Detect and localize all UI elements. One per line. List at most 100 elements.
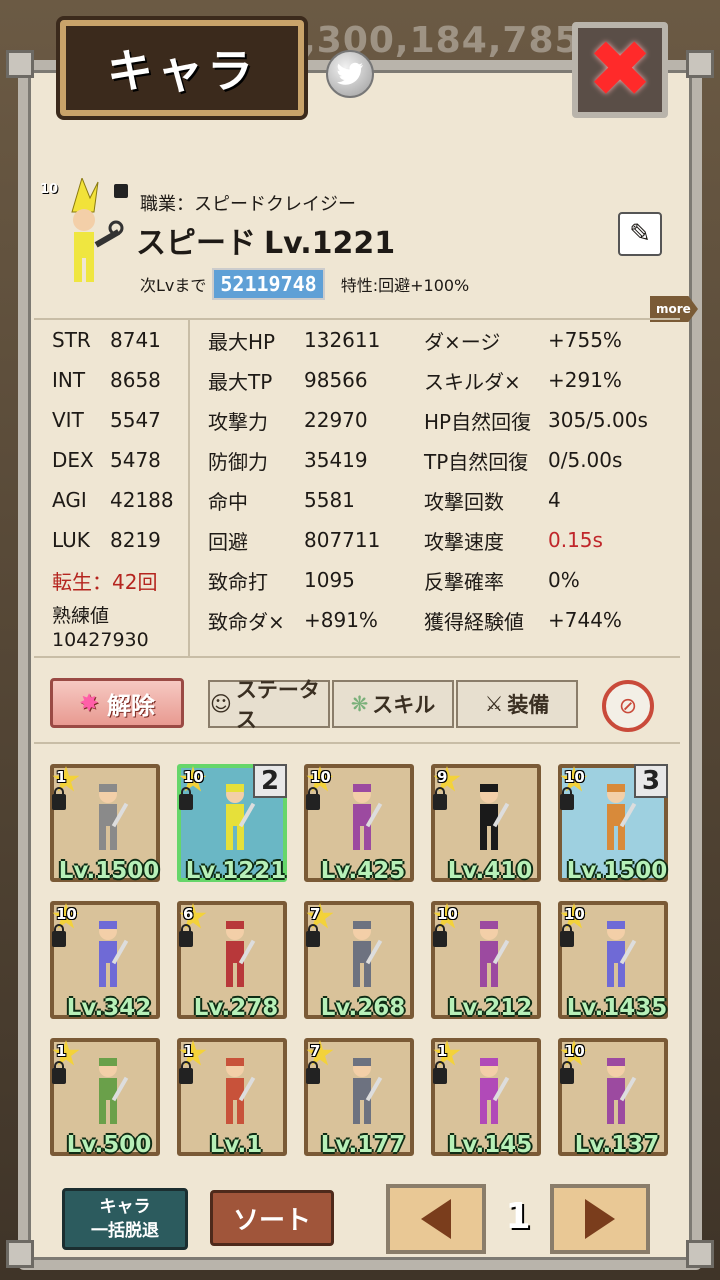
party-slot-badge: 3 [634,764,668,798]
rename-button[interactable]: ✎ [618,212,662,256]
roster-card[interactable]: 10 2 Lv.1221 [177,764,287,884]
lock-icon [179,924,193,947]
lock-icon [52,1061,66,1084]
card-level: Lv.268 [320,995,406,1021]
star-rank: 1 [437,1042,448,1060]
stat-row-max-hp: 最大HP 132611 [208,328,381,354]
pencil-icon: ✎ [629,219,651,249]
action-tabs: ✸ 解除 ☺ ステータス ❋ スキル ⚔ 装備 ⊘ [50,678,670,732]
stat-row-damage: ダ×ージ +755% [424,328,622,354]
character-sprite-icon [480,921,510,987]
roster-card[interactable]: 9 Lv.410 [431,764,541,884]
star-rank: 10 [564,1042,585,1060]
lock-icon [179,787,193,810]
roster-card[interactable]: 10 Lv.212 [431,901,541,1021]
panel-corner-top-right [686,50,714,78]
star-rank: 7 [310,1042,321,1060]
character-sprite-icon [226,921,256,987]
roster-card[interactable]: 1 Lv.145 [431,1038,541,1158]
character-sprite-icon [353,921,383,987]
stat-row-attack-speed: 攻撃速度 0.15s [424,528,603,554]
star-rank: 10 [310,768,331,786]
lock-icon [52,924,66,947]
extra-stats-column: ダ×ージ +755% スキルダ× +291% HP自然回復 305/5.00s TP自… [420,320,680,656]
roster-card[interactable]: 1 Lv.1 [177,1038,287,1158]
card-level: Lv.1221 [185,858,287,884]
no-entry-icon: ⊘ [618,693,638,719]
character-sprite-icon [480,1058,510,1124]
star-rank: 10 [56,905,77,923]
card-level: Lv.425 [320,858,406,884]
roster-card[interactable]: 7 Lv.268 [304,901,414,1021]
roster-card[interactable]: 10 3 Lv.1500 [558,764,668,884]
title-plate: キャラ [60,20,304,116]
lock-icon [306,787,320,810]
panel-corner-top-left [6,50,34,78]
stat-row-tp-regen: TP自然回復 0/5.00s [424,448,623,474]
arrow-left-icon [421,1199,451,1239]
star-rank: 6 [183,905,194,923]
roster-card[interactable]: 1 Lv.1500 [50,764,160,884]
lock-icon [560,787,574,810]
roster-card[interactable]: 10 Lv.342 [50,901,160,1021]
star-rank: 1 [56,768,67,786]
character-sprite-icon [99,921,129,987]
roster-card[interactable]: 10 Lv.137 [558,1038,668,1158]
burst-icon: ✸ [78,689,100,717]
close-button[interactable]: ✖ [572,22,668,118]
sort-button[interactable]: ソート [210,1190,334,1246]
stat-row-exp-bonus: 獲得経験値 +744% [424,608,622,634]
close-x-icon: ✖ [587,25,653,115]
party-slot-badge: 2 [253,764,287,798]
card-level: Lv.278 [193,995,279,1021]
stat-row-evasion: 回避 807711 [208,528,381,554]
tab-equip[interactable]: ⚔ 装備 [456,680,578,728]
card-level: Lv.177 [320,1132,406,1158]
lock-icon [560,924,574,947]
character-name: スピード [136,226,256,261]
character-sprite-icon [353,1058,383,1124]
lock-icon [433,787,447,810]
prev-page-button[interactable] [386,1184,486,1254]
twitter-share-button[interactable] [326,50,374,98]
lock-icon [114,184,128,198]
lock-icon [433,924,447,947]
character-sprite-icon [607,1058,637,1124]
release-button[interactable]: ✸ 解除 [50,678,184,728]
stat-row-str: STR 8741 [52,328,161,352]
roster-card[interactable]: 6 Lv.278 [177,901,287,1021]
lock-icon [306,924,320,947]
character-job: 職業：スピードクレイジー [140,194,356,215]
stat-row-max-tp: 最大TP 98566 [208,368,368,394]
combat-stats-column: 最大HP 132611 最大TP 98566 攻撃力 22970 防御力 35419 命… [198,320,408,656]
star-rank: 9 [437,768,448,786]
card-level: Lv.1 [209,1132,263,1158]
tab-status[interactable]: ☺ ステータス [208,678,330,732]
next-page-button[interactable] [550,1184,650,1254]
character-sprite-icon [607,921,637,987]
card-level: Lv.1435 [566,995,668,1021]
roster-card[interactable]: 10 Lv.425 [304,764,414,884]
star-rank: 10 [564,905,585,923]
roster-card[interactable]: 1 Lv.500 [50,1038,160,1158]
character-sprite-icon [480,784,510,850]
stat-row-critical-damage: 致命ダ× +891% [208,608,378,634]
roster-card[interactable]: 10 Lv.1435 [558,901,668,1021]
character-trait: 特性:回避+100% [340,276,470,295]
bulk-retire-button[interactable]: キャラ 一括脱退 [62,1188,188,1250]
character-name-row: スピード Lv.1221 [136,218,395,262]
card-level: Lv.1500 [58,858,160,884]
card-level: Lv.410 [447,858,533,884]
stat-row-counter-rate: 反撃確率 0% [424,568,580,594]
character-header: 10 職業：スピードクレイジー スピード Lv.1221 次Lvまで 521197… [36,176,684,308]
no-rebirth-toggle-button[interactable]: ⊘ [602,680,654,732]
stat-row-dex: DEX 5478 [52,448,161,472]
page-number: 1 [505,1196,531,1237]
star-rank: 10 [564,768,585,786]
character-sprite-icon [99,1058,129,1124]
mastery-value: 熟練値 10427930 [52,605,149,651]
lock-icon [433,1061,447,1084]
lock-icon [560,1061,574,1084]
tab-skill[interactable]: ❋ スキル [332,680,454,728]
roster-card[interactable]: 7 Lv.177 [304,1038,414,1158]
